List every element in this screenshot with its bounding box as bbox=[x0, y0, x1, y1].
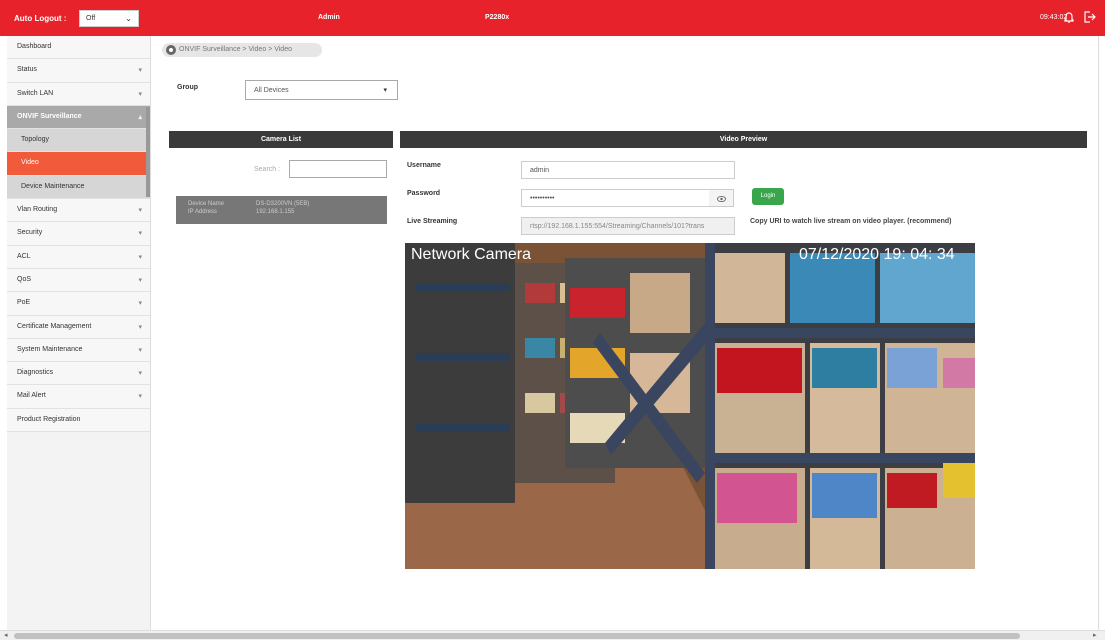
sidebar-item-system-maintenance[interactable]: System Maintenance ▾ bbox=[7, 338, 150, 363]
search-input[interactable] bbox=[289, 160, 387, 178]
sidebar-item-switch-lan[interactable]: Switch LAN ▾ bbox=[7, 82, 150, 106]
sidebar-item-label: Switch LAN bbox=[17, 89, 54, 97]
sidebar-item-label: Product Registration bbox=[17, 415, 81, 423]
video-preview-header: Video Preview bbox=[400, 131, 1087, 148]
search-label: Search : bbox=[254, 166, 281, 173]
sidebar-item-label: Device Maintenance bbox=[21, 182, 85, 190]
login-button[interactable]: Login bbox=[752, 188, 784, 205]
chevron-up-icon: ▴ bbox=[138, 113, 142, 121]
warehouse-image bbox=[405, 243, 975, 569]
chevron-down-icon: ▾ bbox=[138, 90, 142, 98]
password-label: Password bbox=[407, 190, 441, 197]
ip-address-value: 192.168.1.155 bbox=[256, 209, 295, 215]
password-field[interactable]: •••••••••• bbox=[521, 189, 710, 207]
scroll-left-icon[interactable]: ◂ bbox=[4, 631, 8, 639]
username-label: Username bbox=[407, 162, 441, 169]
show-password-button[interactable] bbox=[709, 189, 734, 207]
sidebar-item-qos[interactable]: QoS ▾ bbox=[7, 268, 150, 293]
sidebar-item-topology[interactable]: Topology bbox=[7, 129, 150, 153]
sidebar-item-label: Vlan Routing bbox=[17, 206, 58, 214]
bell-icon[interactable] bbox=[1063, 11, 1075, 23]
sidebar: Dashboard Status ▾ Switch LAN ▾ ONVIF Surv… bbox=[7, 36, 151, 630]
chevron-down-icon: ▾ bbox=[383, 87, 387, 94]
device-model: P2280x bbox=[485, 14, 510, 21]
sidebar-item-security[interactable]: Security ▾ bbox=[7, 222, 150, 246]
sidebar-item-label: Status bbox=[17, 66, 37, 74]
sidebar-item-label: Video bbox=[21, 159, 39, 167]
camera-list-header: Camera List bbox=[169, 131, 393, 148]
breadcrumb: ONVIF Surveillance > Video > Video bbox=[162, 43, 322, 57]
sidebar-item-product-registration[interactable]: Product Registration bbox=[7, 408, 150, 433]
scrollbar-thumb[interactable] bbox=[14, 633, 1020, 639]
chevron-down-icon: ▾ bbox=[138, 323, 142, 331]
sidebar-item-acl[interactable]: ACL ▾ bbox=[7, 245, 150, 269]
sidebar-item-poe[interactable]: PoE ▾ bbox=[7, 292, 150, 316]
video-overlay-datetime: 07/12/2020 19: 04: 34 bbox=[799, 246, 955, 263]
horizontal-scrollbar[interactable]: ◂ ▸ bbox=[0, 630, 1105, 640]
top-bar: Auto Logout : Off ⌄ Admin P2280x 09:43:0… bbox=[0, 0, 1105, 36]
eye-icon bbox=[717, 195, 726, 203]
sidebar-item-label: Security bbox=[17, 229, 43, 237]
auto-logout-label: Auto Logout : bbox=[14, 14, 67, 23]
live-streaming-uri-field[interactable]: rtsp://192.168.1.155:554/Streaming/Chann… bbox=[521, 217, 735, 235]
chevron-down-icon: ▾ bbox=[138, 253, 142, 261]
group-label: Group bbox=[177, 84, 198, 91]
sidebar-item-label: Certificate Management bbox=[17, 322, 92, 330]
camera-icon bbox=[166, 45, 176, 55]
chevron-down-icon: ▾ bbox=[138, 230, 142, 238]
scroll-right-icon[interactable]: ▸ bbox=[1093, 631, 1097, 639]
sidebar-item-label: Topology bbox=[21, 136, 50, 144]
sidebar-item-vlan-routing[interactable]: Vlan Routing ▾ bbox=[7, 199, 150, 223]
video-stream: Network Camera 07/12/2020 19: 04: 34 bbox=[405, 243, 975, 569]
sidebar-item-label: System Maintenance bbox=[17, 345, 83, 353]
sidebar-item-label: Dashboard bbox=[17, 43, 52, 50]
chevron-down-icon: ▾ bbox=[138, 370, 142, 378]
sidebar-item-onvif-surveillance[interactable]: ONVIF Surveillance ▴ bbox=[7, 105, 150, 130]
breadcrumb-text: ONVIF Surveillance > Video > Video bbox=[179, 46, 292, 53]
user-name: Admin bbox=[318, 14, 340, 21]
camera-list-item[interactable]: Device Name DS-D3200VN (5EB) IP Address … bbox=[176, 196, 387, 224]
sidebar-item-dashboard[interactable]: Dashboard bbox=[7, 36, 150, 60]
sidebar-item-diagnostics[interactable]: Diagnostics ▾ bbox=[7, 362, 150, 386]
sidebar-item-mail-alert[interactable]: Mail Alert ▾ bbox=[7, 385, 150, 409]
group-select[interactable]: All Devices ▾ bbox=[245, 80, 398, 100]
chevron-down-icon: ▾ bbox=[138, 393, 142, 401]
sidebar-item-label: QoS bbox=[17, 275, 32, 283]
sidebar-item-label: Mail Alert bbox=[17, 392, 46, 400]
sidebar-item-label: ONVIF Surveillance bbox=[17, 112, 82, 120]
chevron-down-icon: ▾ bbox=[138, 207, 142, 215]
sidebar-item-device-maintenance[interactable]: Device Maintenance bbox=[7, 175, 150, 200]
chevron-down-icon: ⌄ bbox=[125, 14, 132, 23]
chevron-down-icon: ▾ bbox=[138, 300, 142, 308]
sidebar-item-label: ACL bbox=[17, 252, 31, 260]
username-field[interactable]: admin bbox=[521, 161, 735, 179]
device-name-key: Device Name bbox=[188, 201, 225, 207]
device-name-value: DS-D3200VN (5EB) bbox=[256, 201, 310, 207]
chevron-down-icon: ▾ bbox=[138, 346, 142, 354]
page-right-border bbox=[1098, 36, 1099, 630]
sidebar-item-label: Diagnostics bbox=[17, 369, 54, 377]
chevron-down-icon: ▾ bbox=[138, 276, 142, 284]
auto-logout-select[interactable]: Off ⌄ bbox=[79, 10, 139, 27]
sidebar-item-label: PoE bbox=[17, 299, 31, 307]
auto-logout-value: Off bbox=[86, 15, 96, 22]
sidebar-item-certificate-management[interactable]: Certificate Management ▾ bbox=[7, 315, 150, 339]
sidebar-item-status[interactable]: Status ▾ bbox=[7, 59, 150, 83]
group-select-value: All Devices bbox=[254, 87, 289, 94]
ip-address-key: IP Address bbox=[188, 209, 217, 215]
logout-icon[interactable] bbox=[1083, 11, 1096, 23]
chevron-down-icon: ▾ bbox=[138, 67, 142, 75]
sidebar-scrollbar[interactable] bbox=[146, 107, 150, 197]
video-overlay-name: Network Camera bbox=[411, 246, 532, 263]
live-streaming-label: Live Streaming bbox=[407, 218, 458, 225]
copy-uri-note: Copy URI to watch live stream on video p… bbox=[750, 218, 952, 225]
sidebar-item-video[interactable]: Video bbox=[7, 152, 150, 176]
